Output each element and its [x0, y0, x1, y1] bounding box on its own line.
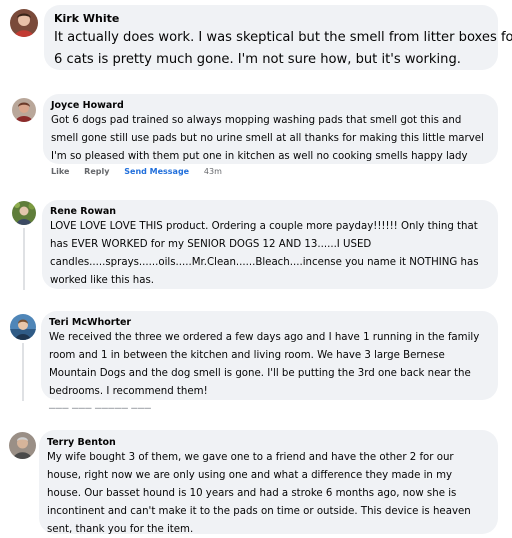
- comment-text-line: house. Our basset hound is 10 years and …: [47, 488, 457, 499]
- avatar[interactable]: [12, 98, 36, 122]
- comment-text-line: I'm so pleased with them put one in kitc…: [51, 151, 468, 162]
- comment-text-line: worked like this has.: [50, 275, 155, 286]
- comment-text-line: 6 cats is pretty much gone. I'm not sure…: [54, 52, 461, 67]
- comment-text-line: house, right now we are only using one a…: [47, 470, 453, 481]
- comment-text-line: incontinent and can't make it to the pad…: [47, 506, 471, 517]
- comment-text-line: candles.....sprays......oils.....Mr.Clea…: [50, 257, 479, 268]
- comment-text-line: has EVER WORKED for my SENIOR DOGS 12 AN…: [50, 239, 372, 250]
- comment-timestamp[interactable]: 43m: [204, 167, 222, 176]
- comment-actions: Like Reply Send Message 43m: [51, 167, 234, 176]
- comment-bubble: Rene Rowan LOVE LOVE LOVE THIS product. …: [42, 200, 498, 289]
- avatar[interactable]: [10, 314, 36, 340]
- send-message-button[interactable]: Send Message: [124, 167, 189, 176]
- comment-author[interactable]: Teri McWhorter: [49, 317, 490, 328]
- avatar-photo: [12, 201, 36, 225]
- comment-bubble: Joyce Howard Got 6 dogs pad trained so a…: [43, 94, 498, 164]
- comment-actions-cropped: ▁▁▁ ▁▁▁ ▁▁▁▁▁ ▁▁▁: [49, 400, 152, 409]
- comment-author[interactable]: Kirk White: [54, 12, 488, 25]
- thread-line: [22, 343, 24, 401]
- comment-text-line: sent, thank you for the item.: [47, 524, 194, 535]
- comment-author[interactable]: Terry Benton: [47, 437, 490, 448]
- comment-text-line: It actually does work. I was skeptical b…: [54, 30, 512, 45]
- avatar[interactable]: [9, 432, 36, 459]
- comment-author[interactable]: Rene Rowan: [50, 206, 490, 217]
- comment-text-line: LOVE LOVE LOVE THIS product. Ordering a …: [50, 221, 478, 232]
- comment-bubble: Teri McWhorter We received the three we …: [41, 311, 498, 400]
- comment-text-line: smell gone still use pads but no urine s…: [51, 133, 484, 144]
- thread-line: [23, 228, 25, 290]
- comment-text-line: We received the three we ordered a few d…: [49, 332, 480, 343]
- comment-text-line: bedrooms. I recommend them!: [49, 386, 208, 397]
- avatar[interactable]: [12, 201, 36, 225]
- comment-bubble: Kirk White It actually does work. I was …: [44, 5, 512, 70]
- comment-text-line: Mountain Dogs and the dog smell is gone.…: [49, 368, 471, 379]
- avatar-photo: [10, 314, 36, 340]
- reply-button[interactable]: Reply: [84, 167, 109, 176]
- comment-author[interactable]: Joyce Howard: [51, 100, 490, 111]
- like-button[interactable]: Like: [51, 167, 69, 176]
- avatar-photo: [10, 9, 38, 37]
- avatar-photo: [12, 98, 36, 122]
- comment-text-line: room and 1 in between the kitchen and li…: [49, 350, 445, 361]
- comment-text-line: Got 6 dogs pad trained so always mopping…: [51, 115, 462, 126]
- comment-text-line: My wife bought 3 of them, we gave one to…: [47, 452, 454, 463]
- avatar-photo: [9, 432, 36, 459]
- avatar[interactable]: [10, 9, 38, 37]
- comment-bubble: Terry Benton My wife bought 3 of them, w…: [39, 430, 498, 535]
